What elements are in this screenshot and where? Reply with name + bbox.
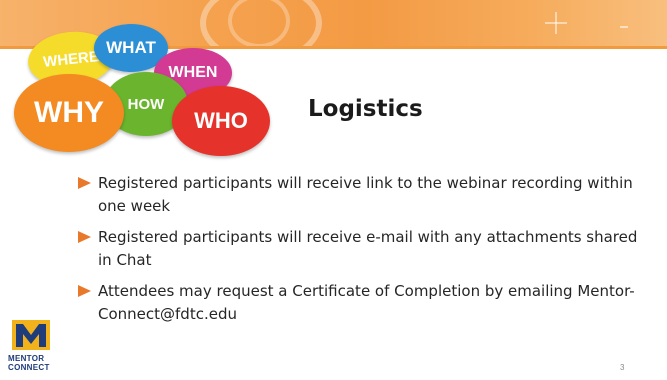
- banner-plus-decoration: [545, 12, 567, 34]
- logo-text: MENTOR CONNECT: [8, 354, 64, 372]
- slide-title: Logistics: [308, 96, 423, 122]
- arrow-bullet-icon: [78, 177, 91, 189]
- slide: WHERE WHAT WHEN HOW WHY WHO Logistics Re…: [0, 0, 667, 380]
- bullet-item: Attendees may request a Certificate of C…: [78, 280, 638, 326]
- logo-text-line: MENTOR: [8, 354, 45, 363]
- arrow-bullet-icon: [78, 285, 91, 297]
- bubble-label: WHEN: [168, 64, 218, 81]
- bullet-item: Registered participants will receive e-m…: [78, 226, 638, 272]
- bubble-label: WHY: [34, 96, 104, 129]
- bullet-list: Registered participants will receive lin…: [78, 172, 638, 334]
- bubble-label: WHO: [194, 108, 248, 133]
- logo-text-line: CONNECT: [8, 363, 50, 372]
- bubble-why: WHY: [14, 74, 124, 152]
- question-bubbles-graphic: WHERE WHAT WHEN HOW WHY WHO: [14, 18, 270, 158]
- mentor-connect-logo: MENTOR CONNECT: [6, 320, 64, 378]
- bubble-who: WHO: [172, 86, 270, 156]
- bullet-text: Registered participants will receive e-m…: [98, 228, 638, 269]
- arrow-bullet-icon: [78, 231, 91, 243]
- bullet-item: Registered participants will receive lin…: [78, 172, 638, 218]
- bubble-label: HOW: [127, 95, 165, 113]
- bullet-text: Registered participants will receive lin…: [98, 174, 633, 215]
- banner-dash-decoration: [620, 26, 628, 28]
- page-number: 3: [620, 363, 625, 372]
- bubble-label: WHERE: [42, 47, 100, 71]
- bubble-label: WHAT: [106, 38, 156, 57]
- logo-m-icon: [12, 320, 50, 350]
- bullet-text: Attendees may request a Certificate of C…: [98, 282, 635, 323]
